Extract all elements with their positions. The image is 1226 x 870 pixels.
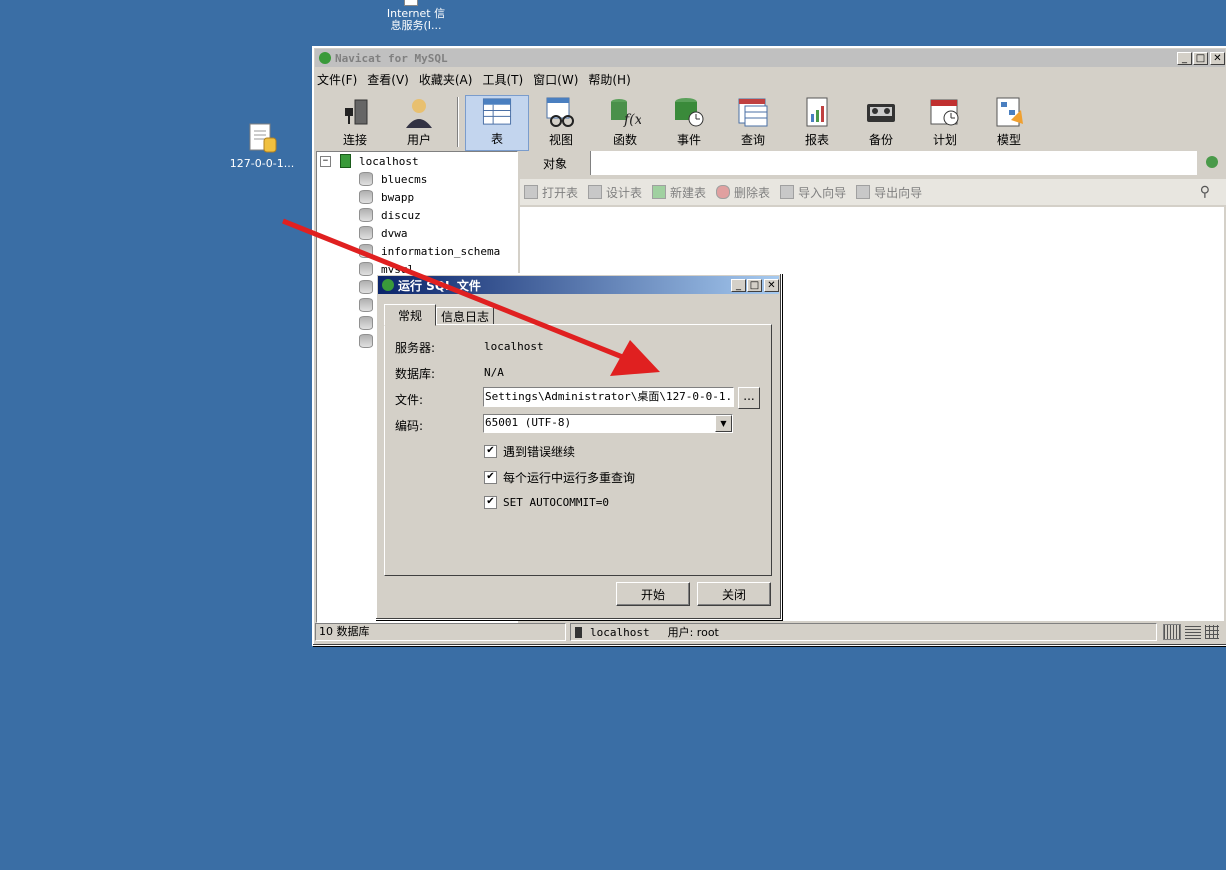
annotation-arrow — [282, 218, 660, 376]
tab-general[interactable]: 常规 — [384, 304, 436, 326]
